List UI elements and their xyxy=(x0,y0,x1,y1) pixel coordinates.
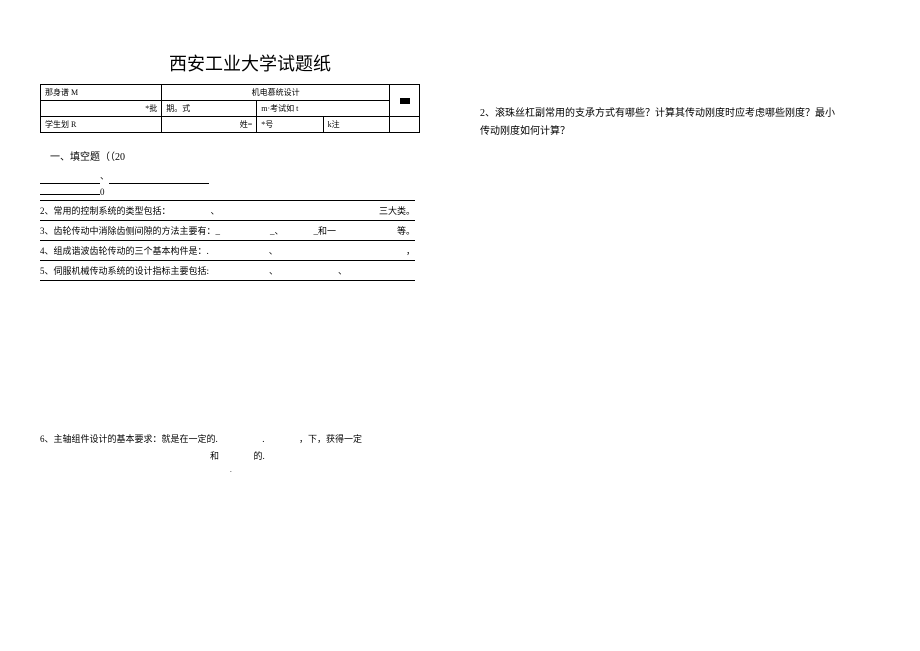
cell-blackmark xyxy=(390,85,420,117)
cell-r1c1: 那身谱 M xyxy=(41,85,162,101)
fill-lines: 、 0 xyxy=(40,168,440,200)
question-5: 5、伺服机械传动系统的设计指标主要包括: 、 、 xyxy=(40,261,415,281)
cell-r2c1: *批 xyxy=(41,101,162,117)
cell-r3c2: 姓= xyxy=(162,117,257,133)
question-4: 4、组成谐波齿轮传动的三个基本构件是：. 、 ， xyxy=(40,241,415,261)
section-1-header: 一、填空题（（20 xyxy=(50,148,440,163)
question-2: 2、常用的控制系统的类型包括： 、 三大类。 xyxy=(40,200,415,221)
cell-r3c4: k注 xyxy=(323,117,389,133)
page-title: 西安工业大学试题纸 xyxy=(60,50,440,76)
header-table: 那身谱 M 机电慕统设计 *批 期。式 m·考试如 t 学生划 R 姓= *号 … xyxy=(40,84,420,133)
cell-r1c2: 机电慕统设计 xyxy=(162,85,390,101)
question-3: 3、齿轮传动中消除齿侧间隙的方法主要有：_ _、 _和一 等。 xyxy=(40,221,415,241)
question-6: 6、主轴组件设计的基本要求：就是在一定的. . ，下，获得一定 和 的. . xyxy=(40,431,440,476)
cell-r3c1: 学生划 R xyxy=(41,117,162,133)
cell-r2c3: m·考试如 t xyxy=(257,101,390,117)
cell-r3c3: *号 xyxy=(257,117,323,133)
cell-r2c2: 期。式 xyxy=(162,101,257,117)
cell-r3c5 xyxy=(390,117,420,133)
right-question-2: 2、滚珠丝杠副常用的支承方式有哪些？计算其传动刚度时应考虑哪些刚度？最小传动刚度… xyxy=(480,105,840,141)
